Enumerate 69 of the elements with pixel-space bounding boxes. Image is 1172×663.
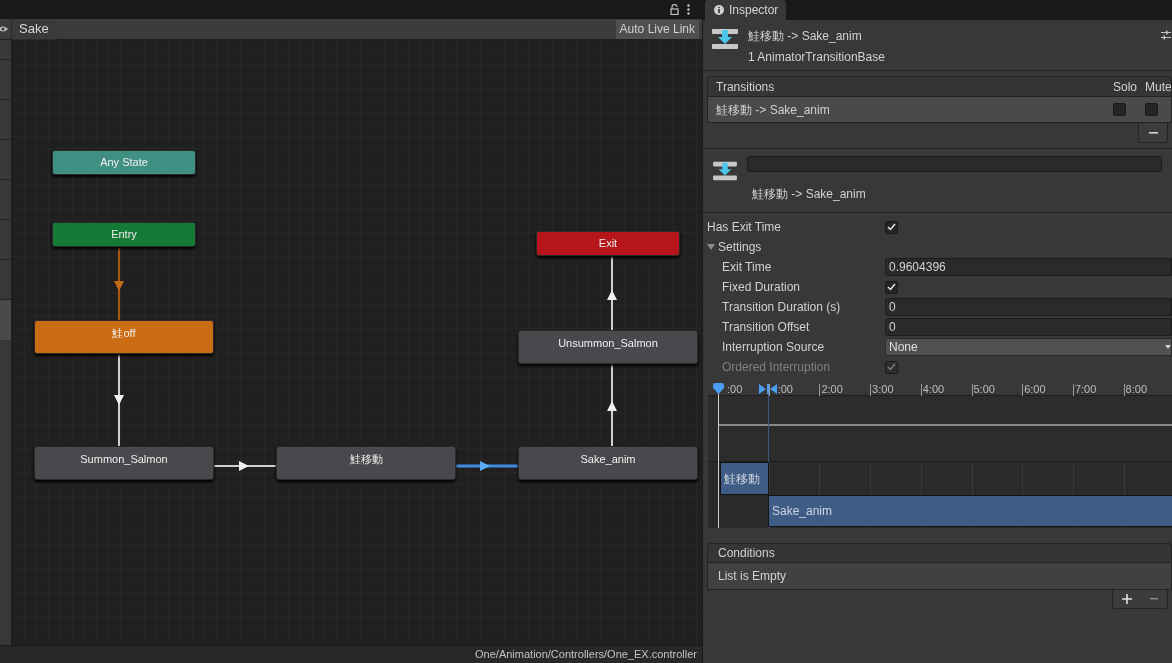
- column-header: Transitions: [716, 78, 776, 96]
- value-field[interactable]: 0: [885, 298, 1172, 316]
- state-node[interactable]: Exit: [536, 231, 680, 256]
- checkbox[interactable]: [885, 280, 898, 294]
- state-node[interactable]: Sake_anim: [518, 446, 698, 480]
- transition-icon: [713, 160, 737, 182]
- state-node[interactable]: Any State: [52, 150, 196, 175]
- time-label: 4:00: [922, 382, 945, 397]
- time-label: :00: [727, 382, 743, 397]
- field-label: Transition Duration (s): [721, 299, 842, 316]
- time-label: 8:00: [1125, 382, 1147, 397]
- empty-list-text: List is Empty: [718, 568, 786, 585]
- field-label: Fixed Duration: [721, 279, 802, 296]
- time-label: 3:00: [872, 382, 894, 397]
- start-marker-icon[interactable]: [713, 383, 724, 394]
- transition-arrow[interactable]: [114, 353, 124, 447]
- minus-icon: [1149, 598, 1158, 600]
- time-label: 2:00: [821, 382, 843, 397]
- state-node[interactable]: Entry: [52, 222, 196, 247]
- clip-bar[interactable]: 鮭移動: [720, 462, 769, 495]
- transition-arrow[interactable]: [456, 461, 518, 471]
- field-label: Ordered Interruption: [721, 359, 832, 376]
- info-icon: [714, 5, 724, 15]
- transition-arrow[interactable]: [607, 255, 617, 331]
- state-node[interactable]: Unsummon_Salmon: [518, 330, 698, 364]
- checkbox[interactable]: [1113, 103, 1126, 116]
- checkbox[interactable]: [885, 220, 898, 234]
- time-label: 7:00: [1074, 382, 1097, 397]
- field-label: Exit Time: [721, 259, 773, 276]
- inspector-title: 鮭移動 -> Sake_anim: [748, 28, 863, 45]
- field-label: Transition Offset: [721, 319, 811, 336]
- asset-path: One/Animation/Controllers/One_EX.controller: [475, 647, 697, 663]
- caret-icon: [707, 243, 715, 251]
- name-field[interactable]: [747, 156, 1162, 172]
- time-label: 5:00: [973, 382, 995, 397]
- auto-live-link-button[interactable]: Auto Live Link: [615, 19, 699, 39]
- caret-icon: [1165, 345, 1171, 349]
- column-header: Solo: [1113, 78, 1139, 96]
- lock-icon[interactable]: [670, 4, 679, 15]
- checkbox[interactable]: [1145, 103, 1158, 116]
- transition-name: 鮭移動 -> Sake_anim: [752, 186, 867, 203]
- transition-arrow[interactable]: [607, 363, 617, 447]
- field-label: Interruption Source: [721, 339, 826, 356]
- settings-foldout[interactable]: Settings: [707, 238, 762, 256]
- section-title: Conditions: [718, 545, 775, 562]
- state-node[interactable]: 鮭移動: [276, 446, 456, 480]
- clip-bar[interactable]: Sake_anim: [768, 495, 1172, 527]
- plus-icon: [1121, 594, 1132, 604]
- field-label: Has Exit Time: [706, 219, 782, 236]
- timeline-panel[interactable]: :00 :00 2:00 3:00 4:00 5:00 6:00 7:00 8:00 鮭移動 Sake_anim: [708, 380, 1172, 528]
- minus-icon: [1148, 131, 1158, 134]
- time-label: 6:00: [1024, 382, 1046, 397]
- time-label: :00: [777, 382, 793, 397]
- graph-canvas[interactable]: Any State Entry Exit 鮭off Unsummon_Salmon Summon_Salmon 鮭移動 Sake_anim: [12, 40, 702, 645]
- eye-icon[interactable]: [0, 24, 10, 34]
- transition-arrow[interactable]: [213, 461, 277, 471]
- inspector-subtitle: 1 AnimatorTransitionBase: [748, 49, 885, 66]
- value-field[interactable]: 0: [885, 318, 1172, 336]
- dropdown[interactable]: None: [885, 338, 1172, 356]
- settings-sliders-icon[interactable]: [1161, 30, 1171, 40]
- state-node[interactable]: Summon_Salmon: [34, 446, 214, 480]
- transition-markers-icon[interactable]: [759, 384, 777, 394]
- column-header: Mute: [1145, 78, 1171, 96]
- more-options-icon[interactable]: [687, 4, 690, 15]
- value-field[interactable]: 0.9604396: [885, 258, 1172, 276]
- transition-icon: [712, 27, 738, 51]
- remove-button[interactable]: [1138, 123, 1168, 143]
- inspector-tab[interactable]: Inspector: [705, 0, 786, 20]
- transition-row[interactable]: 鮭移動 -> Sake_anim: [707, 97, 1172, 123]
